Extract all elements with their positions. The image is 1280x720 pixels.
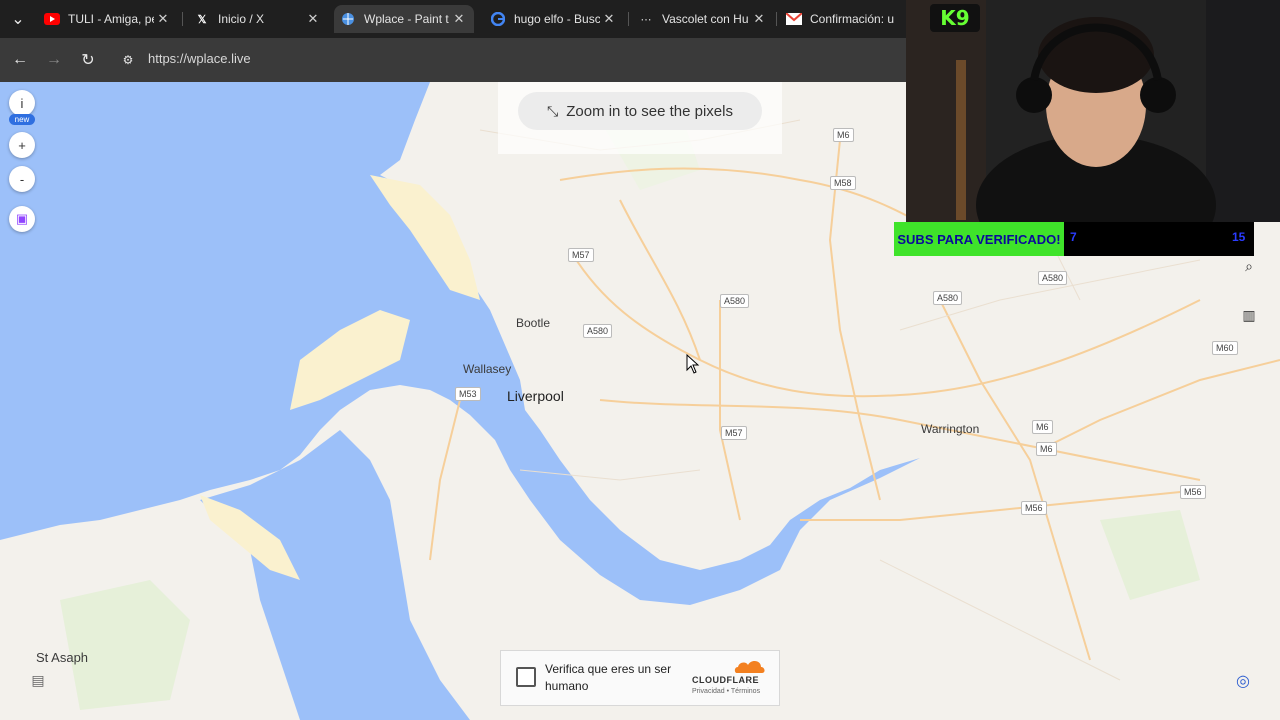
subs-count-current: 7	[1070, 230, 1077, 244]
tab-youtube[interactable]: TULI - Amiga, pe ✕	[38, 5, 178, 33]
cloudflare-brand: CLOUDFLARE	[692, 675, 759, 685]
map-layers-icon[interactable]: ▤	[28, 670, 48, 690]
road-shield: M6	[1032, 420, 1053, 434]
mouse-cursor-icon	[686, 354, 700, 374]
zoom-hint-text: Zoom in to see the pixels	[566, 102, 733, 120]
place-label-st-asaph: St Asaph	[36, 650, 89, 665]
dots-icon: ⋯	[640, 13, 652, 26]
twitch-icon: ▣	[15, 211, 29, 226]
road-shield: M58	[830, 176, 856, 190]
tab-wplace[interactable]: Wplace - Paint t ✕	[334, 5, 474, 33]
browser-tab-bar: ⌄ TULI - Amiga, pe ✕ 𝕏 Inicio / X ✕ Wpla…	[0, 0, 906, 38]
globe-icon	[340, 11, 356, 27]
tab-separator	[182, 12, 183, 26]
captcha-checkbox[interactable]	[516, 667, 536, 687]
place-label-warrington: Warrington	[921, 422, 980, 436]
road-shield: A580	[1038, 271, 1068, 285]
captcha-label: Verifica que eres un ser humano	[545, 662, 672, 693]
back-arrow-icon[interactable]: ←	[6, 46, 34, 74]
tab-gmail[interactable]: Confirmación: u	[780, 5, 906, 33]
tab-title: Inicio / X	[218, 12, 265, 26]
road-shield: A580	[583, 324, 613, 338]
zoom-out-button[interactable]: -	[9, 166, 35, 192]
tab-x[interactable]: 𝕏 Inicio / X ✕	[188, 5, 328, 33]
tab-list-chevron-icon[interactable]: ⌄	[4, 5, 32, 33]
road-shield: M56	[1021, 501, 1047, 515]
info-button[interactable]: i	[9, 90, 35, 116]
place-label-bootle: Bootle	[516, 316, 551, 330]
close-tab-icon[interactable]: ✕	[304, 11, 322, 27]
info-icon: i	[20, 95, 24, 111]
streamer-badge: K9	[930, 4, 980, 32]
road-shield: M57	[721, 426, 747, 440]
road-shield: M6	[833, 128, 854, 142]
zoom-pointer-icon: ⤡	[547, 102, 559, 119]
tab-title: Wplace - Paint t	[364, 12, 449, 26]
close-tab-icon[interactable]: ✕	[750, 11, 768, 27]
tab-title: TULI - Amiga, pe	[68, 12, 154, 26]
subs-count-goal: 15	[1232, 230, 1246, 244]
zoom-hint-pill: ⤡ Zoom in to see the pixels	[518, 92, 762, 130]
close-tab-icon[interactable]: ✕	[600, 11, 618, 27]
youtube-icon	[44, 11, 60, 27]
webcam-overlay	[906, 0, 1280, 222]
google-icon	[490, 11, 506, 27]
x-icon: 𝕏	[197, 13, 207, 26]
tab-title: hugo elfo - Busc	[514, 12, 600, 26]
tab-title: Confirmación: u	[810, 12, 895, 26]
cloudflare-logo-icon	[734, 661, 765, 673]
place-label-wallasey: Wallasey	[463, 362, 512, 376]
address-bar[interactable]: https://wplace.live	[148, 51, 251, 66]
subs-goal-label: SUBS PARA VERIFICADO!	[894, 222, 1064, 256]
tab-google[interactable]: hugo elfo - Busc ✕	[484, 5, 624, 33]
locate-me-icon[interactable]: ◎	[1230, 668, 1256, 694]
zoom-in-button[interactable]: +	[9, 132, 35, 158]
close-tab-icon[interactable]: ✕	[450, 11, 468, 27]
streamer-image	[906, 0, 1280, 222]
place-label-liverpool: Liverpool	[507, 388, 564, 404]
reload-icon[interactable]: ↻	[74, 46, 102, 74]
leaderboard-icon[interactable]: ▥	[1236, 302, 1262, 328]
road-shield: M56	[1180, 485, 1206, 499]
tab-vascolet[interactable]: ⋯ Vascolet con Hu ✕	[632, 5, 774, 33]
road-shield: M53	[455, 387, 481, 401]
captcha-links[interactable]: Privacidad • Términos	[692, 688, 760, 695]
plus-icon: +	[18, 137, 26, 153]
road-shield: M6	[1036, 442, 1057, 456]
site-settings-icon[interactable]: ⚙	[114, 46, 142, 74]
road-shield: M57	[568, 248, 594, 262]
browser-toolbar: ← → ↻ ⚙ https://wplace.live	[0, 38, 906, 82]
road-shield: M60	[1212, 341, 1238, 355]
tab-title: Vascolet con Hu	[662, 12, 749, 26]
road-shield: A580	[720, 294, 750, 308]
close-tab-icon[interactable]: ✕	[154, 11, 172, 27]
minus-icon: -	[19, 171, 25, 187]
twitch-button[interactable]: ▣	[9, 206, 35, 232]
search-zoom-icon[interactable]: ⌕	[1236, 253, 1262, 279]
tab-separator	[628, 12, 629, 26]
new-badge: new	[9, 114, 35, 125]
tab-separator	[776, 12, 777, 26]
forward-arrow-icon[interactable]: →	[40, 46, 68, 74]
gmail-icon	[786, 11, 802, 27]
road-shield: A580	[933, 291, 963, 305]
